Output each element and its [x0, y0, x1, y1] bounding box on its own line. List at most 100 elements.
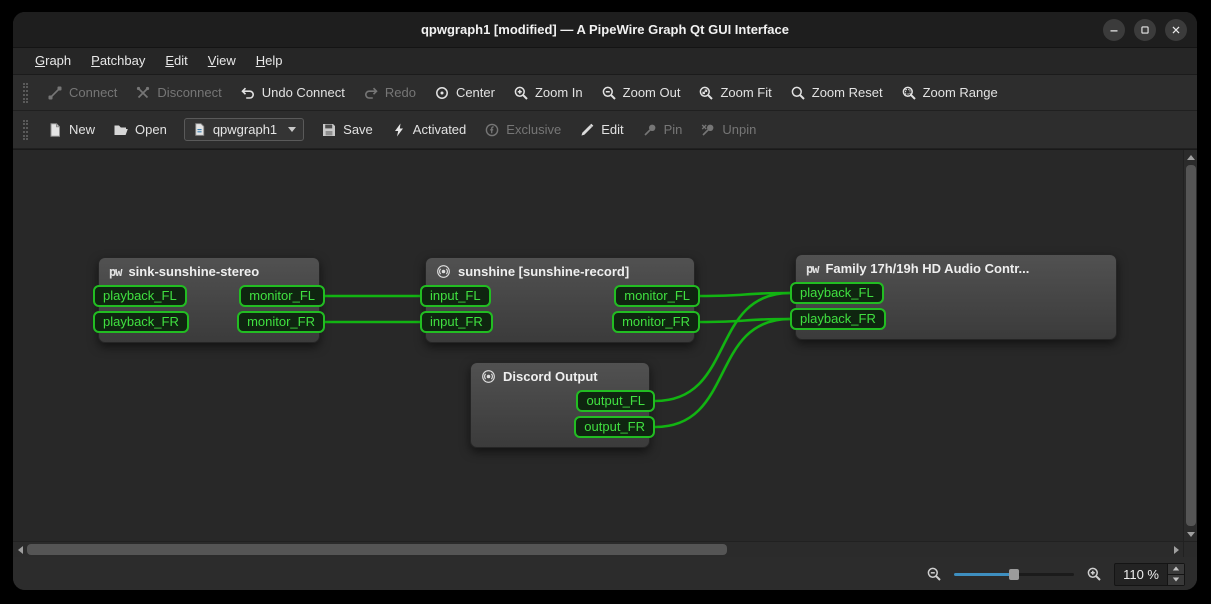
- activated-icon: [391, 122, 407, 138]
- horizontal-scrollbar-thumb[interactable]: [27, 544, 727, 555]
- toolbar-button-label: Unpin: [722, 122, 756, 137]
- open-folder-icon: [113, 122, 129, 138]
- triangle-up-icon: [1187, 155, 1195, 160]
- toolbar-button-label: Save: [343, 122, 373, 137]
- output-port-output_FL[interactable]: output_FL: [576, 390, 655, 412]
- exclusive-icon: [484, 122, 500, 138]
- graph-node-sunshine[interactable]: sunshine [sunshine-record]input_FLmonito…: [425, 257, 695, 343]
- activated-button[interactable]: Activated: [382, 117, 475, 143]
- node-title: sink-sunshine-stereo: [128, 264, 259, 279]
- menu-item-edit[interactable]: Edit: [155, 48, 197, 74]
- toolbar-button-label: New: [69, 122, 95, 137]
- triangle-left-icon: [18, 546, 23, 554]
- graph-canvas[interactable]: pwsink-sunshine-stereoplayback_FLmonitor…: [13, 150, 1183, 541]
- edit-button[interactable]: Edit: [570, 117, 632, 143]
- node-title: sunshine [sunshine-record]: [458, 264, 629, 279]
- speaker-icon: [481, 369, 496, 384]
- input-port-playback_FR[interactable]: playback_FR: [93, 311, 189, 333]
- vertical-scrollbar-thumb[interactable]: [1186, 165, 1196, 526]
- input-port-playback_FL[interactable]: playback_FL: [790, 282, 884, 304]
- zoom-spinbox: 110 %: [1114, 563, 1185, 586]
- zoom-in-button[interactable]: Zoom In: [504, 80, 592, 106]
- maximize-button[interactable]: [1134, 19, 1156, 41]
- menu-item-view[interactable]: View: [198, 48, 246, 74]
- undo-connect-button[interactable]: Undo Connect: [231, 80, 354, 106]
- input-port-input_FR[interactable]: input_FR: [420, 311, 493, 333]
- vertical-scrollbar[interactable]: [1183, 150, 1197, 541]
- new-file-icon: [47, 122, 63, 138]
- zoom-slider-handle[interactable]: [1009, 569, 1019, 580]
- save-button[interactable]: Save: [312, 117, 382, 143]
- window-controls: [1103, 12, 1187, 47]
- node-header: pwFamily 17h/19h HD Audio Contr...: [796, 255, 1116, 280]
- scroll-down-button[interactable]: [1184, 527, 1197, 541]
- titlebar[interactable]: qpwgraph1 [modified] — A PipeWire Graph …: [13, 12, 1197, 48]
- zoom-out-icon[interactable]: [926, 566, 942, 582]
- node-title: Family 17h/19h HD Audio Contr...: [825, 261, 1029, 276]
- close-button[interactable]: [1165, 19, 1187, 41]
- triangle-right-icon: [1174, 546, 1179, 554]
- zoom-fit-icon: [698, 85, 714, 101]
- patchbay-selector-value: qpwgraph1: [213, 122, 277, 137]
- chevron-down-icon: [288, 127, 296, 132]
- zoom-slider[interactable]: [954, 567, 1074, 582]
- zoom-spin-down-button[interactable]: [1168, 574, 1184, 585]
- zoom-spin-up-button[interactable]: [1168, 564, 1184, 574]
- undo-icon: [240, 85, 256, 101]
- connect-icon: [47, 85, 63, 101]
- open-button[interactable]: Open: [104, 117, 176, 143]
- center-icon: [434, 85, 450, 101]
- input-port-input_FL[interactable]: input_FL: [420, 285, 491, 307]
- graph-node-sink[interactable]: pwsink-sunshine-stereoplayback_FLmonitor…: [98, 257, 320, 343]
- center-button[interactable]: Center: [425, 80, 504, 106]
- menu-item-patchbay[interactable]: Patchbay: [81, 48, 155, 74]
- graph-node-discord[interactable]: Discord Outputoutput_FLoutput_FR: [470, 362, 650, 448]
- output-port-monitor_FL[interactable]: monitor_FL: [239, 285, 325, 307]
- output-port-monitor_FR[interactable]: monitor_FR: [612, 311, 700, 333]
- statusbar: 110 %: [13, 557, 1197, 590]
- menu-item-help[interactable]: Help: [246, 48, 293, 74]
- exclusive-button: Exclusive: [475, 117, 570, 143]
- window-title: qpwgraph1 [modified] — A PipeWire Graph …: [421, 22, 789, 37]
- toolbar-drag-handle[interactable]: [23, 120, 28, 140]
- node-header: sunshine [sunshine-record]: [426, 258, 694, 283]
- graph-node-family[interactable]: pwFamily 17h/19h HD Audio Contr...playba…: [795, 254, 1117, 340]
- output-port-monitor_FR[interactable]: monitor_FR: [237, 311, 325, 333]
- node-header: Discord Output: [471, 363, 649, 388]
- disconnect-icon: [135, 85, 151, 101]
- minimize-button[interactable]: [1103, 19, 1125, 41]
- scroll-left-button[interactable]: [13, 542, 27, 557]
- unpin-icon: [700, 122, 716, 138]
- unpin-button: Unpin: [691, 117, 765, 143]
- output-port-output_FR[interactable]: output_FR: [574, 416, 655, 438]
- toolbar-button-label: Connect: [69, 85, 117, 100]
- zoom-reset-button[interactable]: Zoom Reset: [781, 80, 892, 106]
- zoom-in-icon[interactable]: [1086, 566, 1102, 582]
- menu-item-graph[interactable]: Graph: [25, 48, 81, 74]
- toolbar-button-label: Activated: [413, 122, 466, 137]
- zoom-fit-button[interactable]: Zoom Fit: [689, 80, 780, 106]
- horizontal-scrollbar-track[interactable]: [727, 542, 1169, 557]
- patchbay-selector-combo[interactable]: qpwgraph1: [184, 118, 304, 141]
- toolbar-button-label: Zoom Fit: [720, 85, 771, 100]
- app-window: qpwgraph1 [modified] — A PipeWire Graph …: [13, 12, 1197, 590]
- scroll-up-button[interactable]: [1184, 150, 1197, 164]
- zoom-range-button[interactable]: Zoom Range: [892, 80, 1007, 106]
- pin-icon: [642, 122, 658, 138]
- input-port-playback_FL[interactable]: playback_FL: [93, 285, 187, 307]
- output-port-monitor_FL[interactable]: monitor_FL: [614, 285, 700, 307]
- toolbar-button-label: Zoom Range: [923, 85, 998, 100]
- zoom-out-button[interactable]: Zoom Out: [592, 80, 690, 106]
- scroll-right-button[interactable]: [1169, 542, 1183, 557]
- toolbar-drag-handle[interactable]: [23, 83, 28, 103]
- menubar: GraphPatchbayEditViewHelp: [13, 48, 1197, 75]
- toolbar-button-label: Exclusive: [506, 122, 561, 137]
- horizontal-scrollbar[interactable]: [13, 541, 1197, 557]
- triangle-down-icon: [1187, 532, 1195, 537]
- zoom-reset-icon: [790, 85, 806, 101]
- connect-button: Connect: [38, 80, 126, 106]
- input-port-playback_FR[interactable]: playback_FR: [790, 308, 886, 330]
- new-button[interactable]: New: [38, 117, 104, 143]
- connection-edges-layer: [13, 150, 1183, 541]
- zoom-spin-buttons: [1167, 564, 1184, 585]
